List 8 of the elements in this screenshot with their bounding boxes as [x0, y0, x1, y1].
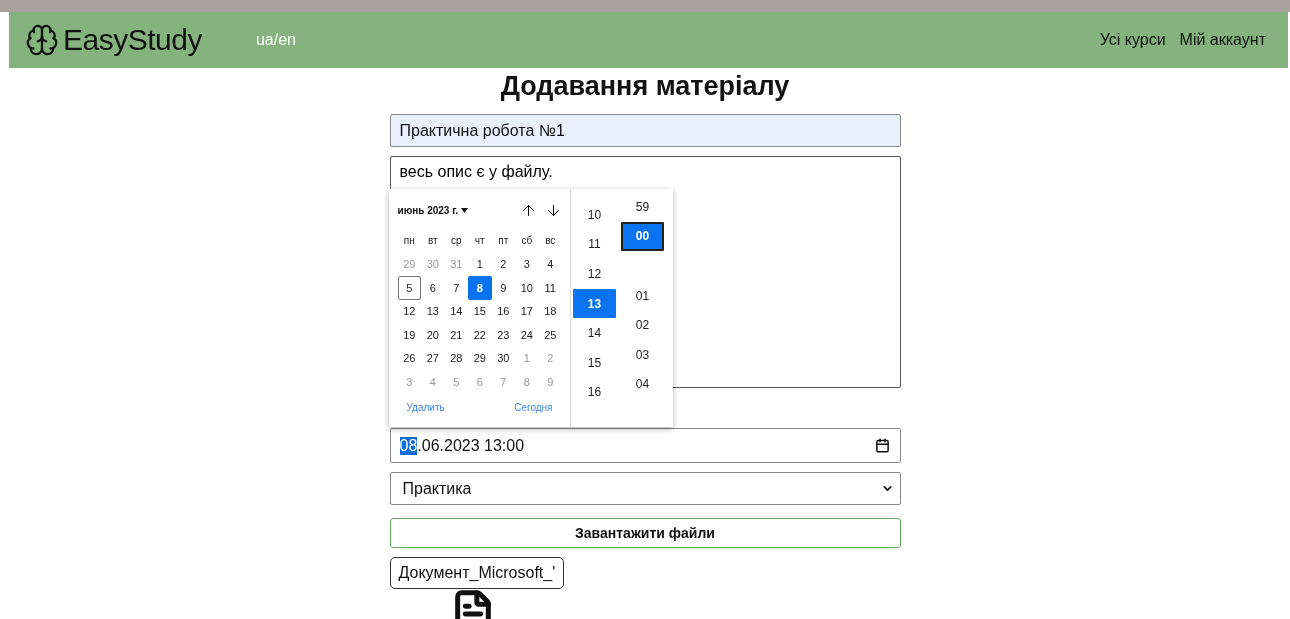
weekday-label: вс	[544, 234, 557, 249]
page-title: Додавання матеріалу	[500, 71, 790, 102]
weekday-label: пн	[402, 234, 416, 249]
weekday-label: сб	[520, 234, 534, 249]
weekday-label: пт	[497, 234, 510, 249]
weekday-label: ср	[449, 234, 463, 249]
weekday-label: вт	[426, 234, 439, 249]
weekday-label: чт	[473, 234, 486, 249]
